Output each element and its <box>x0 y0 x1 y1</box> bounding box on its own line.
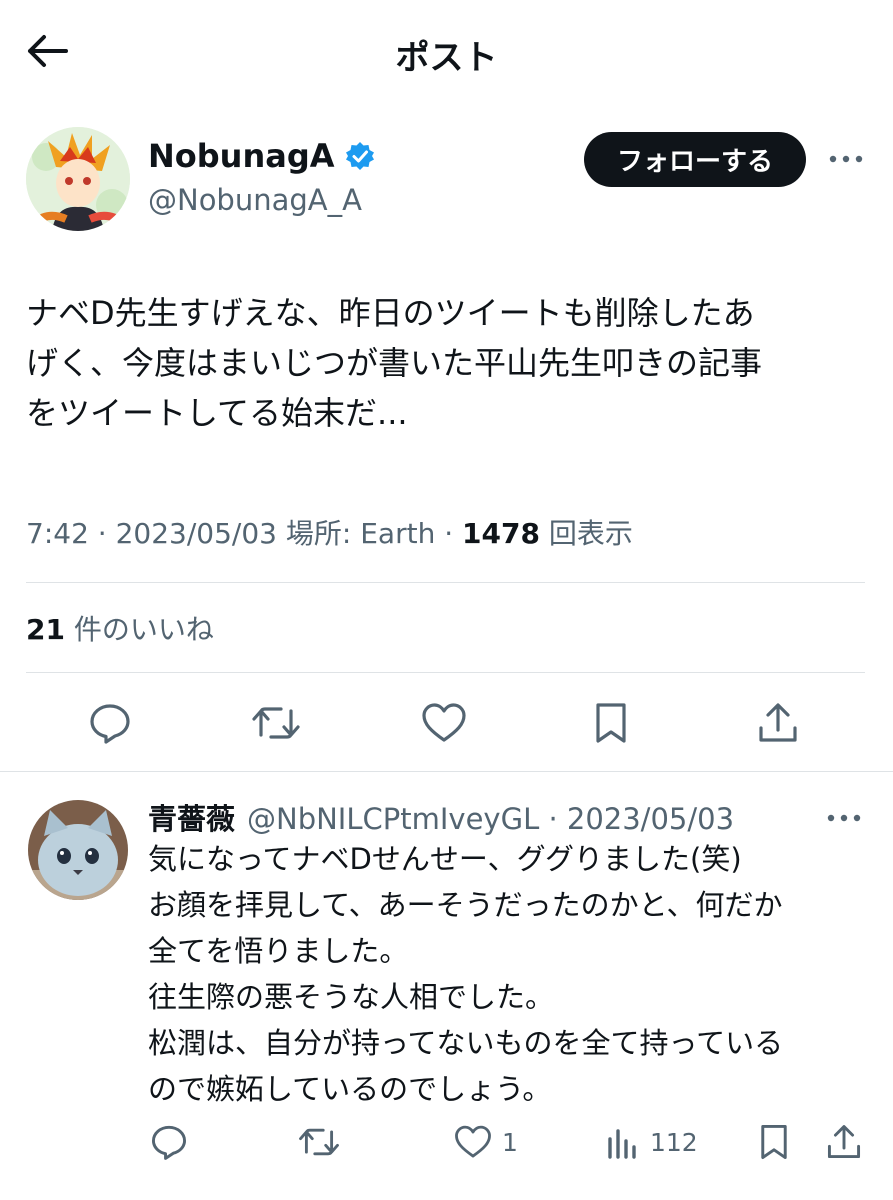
reply-reply-button[interactable] <box>150 1120 188 1164</box>
reply-share-button[interactable] <box>826 1120 862 1164</box>
reply-icon <box>90 704 130 744</box>
tweet-text: ナベD先生すげえな、昨日のツイートも削除したあ げく、今度はまいじつが書いた平山… <box>26 288 871 438</box>
reply-text-line: 松潤は、自分が持ってないものを全て持っている <box>148 1026 784 1060</box>
top-bar: ポスト <box>0 0 893 100</box>
tweet-date[interactable]: 2023/05/03 <box>116 517 277 550</box>
divider <box>0 771 893 772</box>
reply-tweet[interactable]: 青薔薇 @NbNILCPtmIveyGL · 2023/05/03 気になってナベ… <box>0 780 893 1200</box>
tweet-text-line: ナベD先生すげえな、昨日のツイートも削除したあ <box>26 294 755 332</box>
avatar[interactable] <box>26 127 130 231</box>
more-dots-icon <box>829 155 863 163</box>
reply-button[interactable] <box>82 695 138 751</box>
reply-retweet-button[interactable] <box>298 1120 340 1164</box>
tweet-text-line: をツイートしてる始末だ... <box>26 394 408 432</box>
like-button[interactable] <box>416 695 472 751</box>
bookmark-button[interactable] <box>583 695 639 751</box>
reply-text-line: ので嫉妬しているのでしょう。 <box>148 1072 552 1106</box>
reply-like-count: 1 <box>502 1127 518 1157</box>
share-button[interactable] <box>750 695 806 751</box>
analytics-icon <box>608 1129 636 1159</box>
page-title: ポスト <box>395 38 498 78</box>
reply-view-count: 112 <box>650 1127 698 1157</box>
reply-avatar[interactable] <box>28 800 128 900</box>
reply-more-options-button[interactable] <box>822 802 866 834</box>
bookmark-icon <box>761 1124 787 1160</box>
divider <box>26 582 865 583</box>
views-label: 回表示 <box>548 517 633 550</box>
divider <box>26 672 865 673</box>
tweet-author: NobunagA @NobunagA_A フォローする <box>26 127 871 232</box>
tweet-location: 場所: Earth <box>285 517 436 550</box>
tweet-action-bar <box>0 695 893 755</box>
tweet-time[interactable]: 7:42 <box>26 517 89 550</box>
likes-label: 件のいいね <box>73 613 214 646</box>
share-icon <box>759 703 797 742</box>
bookmark-icon <box>596 703 626 743</box>
reply-header: 青薔薇 @NbNILCPtmIveyGL · 2023/05/03 <box>148 796 734 838</box>
verified-badge-icon <box>345 142 374 170</box>
meta-separator: · <box>444 517 463 550</box>
tweet-meta: 7:42 · 2023/05/03 場所: Earth · 1478 回表示 <box>26 512 633 552</box>
meta-separator: · <box>97 517 116 550</box>
retweet-icon <box>252 707 300 739</box>
likes-count: 21 <box>26 613 65 646</box>
reply-text-line: 全てを悟りました。 <box>148 934 409 968</box>
avatar-illustration <box>26 127 130 231</box>
reply-text-line: 往生際の悪そうな人相でした。 <box>148 980 555 1014</box>
likes-summary[interactable]: 21 件のいいね <box>26 608 214 648</box>
author-name[interactable]: NobunagA <box>148 137 335 175</box>
author-handle[interactable]: @NobunagA_A <box>148 183 362 217</box>
reply-text-line: お顔を拝見して、あーそうだったのかと、何だか <box>148 888 783 922</box>
reply-action-bar: 1 112 <box>0 1120 893 1164</box>
reply-text: 気になってナベDせんせー、ググりました(笑) お顔を拝見して、あーそうだったのか… <box>148 836 868 1112</box>
reply-views-button[interactable]: 112 <box>606 1120 698 1164</box>
views-count: 1478 <box>462 517 540 550</box>
more-dots-icon <box>827 814 861 822</box>
more-options-button[interactable] <box>824 141 868 177</box>
share-icon <box>827 1125 861 1159</box>
reply-like-button[interactable]: 1 <box>454 1120 518 1164</box>
tweet-text-line: げく、今度はまいじつが書いた平山先生叩きの記事 <box>26 344 763 382</box>
reply-text-line: 気になってナベDせんせー、ググりました(笑) <box>148 842 742 876</box>
reply-icon <box>151 1125 187 1160</box>
retweet-icon <box>299 1128 339 1156</box>
follow-button[interactable]: フォローする <box>584 132 806 187</box>
reply-handle-date[interactable]: @NbNILCPtmIveyGL · 2023/05/03 <box>247 802 734 836</box>
reply-author-name[interactable]: 青薔薇 <box>148 802 235 836</box>
reply-bookmark-button[interactable] <box>758 1120 790 1164</box>
author-name-line: NobunagA <box>148 137 375 175</box>
like-icon <box>422 703 466 742</box>
retweet-button[interactable] <box>248 695 304 751</box>
reply-avatar-image <box>28 800 128 900</box>
like-icon <box>455 1125 491 1158</box>
